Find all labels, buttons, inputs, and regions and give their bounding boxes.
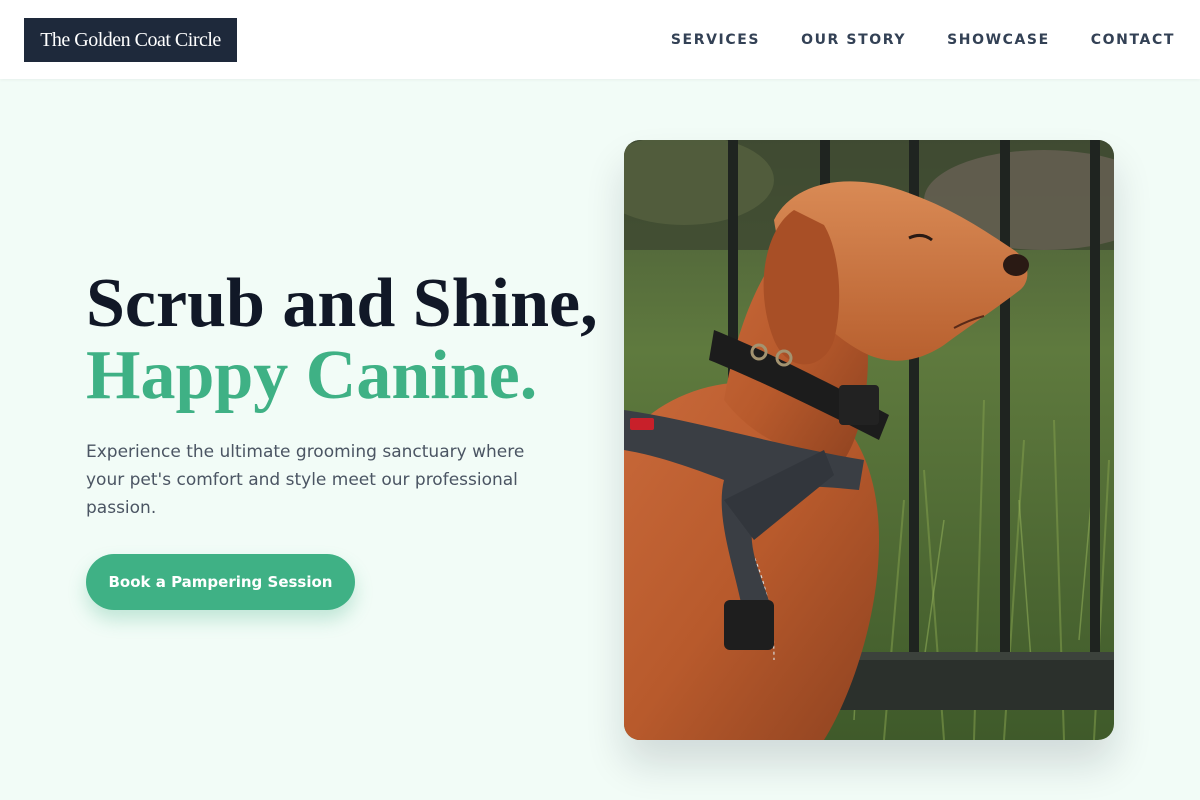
hero-headline-line-2: Happy Canine. [86,337,538,414]
dog-illustration [624,140,1114,740]
hero-description: Experience the ultimate grooming sanctua… [86,442,525,518]
book-session-button[interactable]: Book a Pampering Session [86,554,355,610]
brand-logo[interactable]: The Golden Coat Circle [24,18,237,62]
nav-link-showcase[interactable]: SHOWCASE [947,32,1050,48]
hero-headline: Scrub and Shine, Happy Canine. [86,268,598,412]
main-nav: SERVICES OUR STORY SHOWCASE CONTACT [671,0,1175,79]
nav-link-services[interactable]: SERVICES [671,32,760,48]
hero-headline-line-1: Scrub and Shine, [86,265,598,342]
hero-dog-photo [624,140,1114,740]
nav-link-our-story[interactable]: OUR STORY [801,32,906,48]
nav-link-contact[interactable]: CONTACT [1091,32,1175,48]
site-header: The Golden Coat Circle SERVICES OUR STOR… [0,0,1200,79]
